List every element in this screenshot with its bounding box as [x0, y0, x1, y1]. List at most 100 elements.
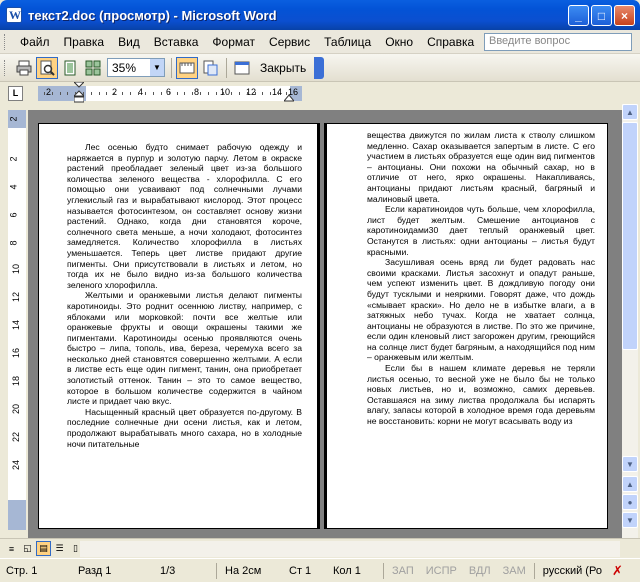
minimize-button[interactable]: _ — [568, 5, 589, 26]
toolbar-grip[interactable] — [4, 59, 7, 76]
ruler-number: 2 — [46, 87, 52, 97]
ruler-tick — [254, 92, 256, 95]
maximize-button[interactable]: □ — [591, 5, 612, 26]
ruler-tick — [200, 92, 201, 95]
shrink-to-fit-icon[interactable] — [199, 57, 221, 79]
menu-edit[interactable]: Правка — [57, 35, 112, 49]
print-preview-toolbar: 35% ▼ Закрыть — [0, 54, 640, 82]
web-view-icon[interactable]: ◱ — [20, 541, 35, 556]
next-page-icon[interactable]: ▼ — [622, 512, 638, 528]
ruler-tick — [184, 92, 186, 95]
ruler-tick — [270, 92, 272, 95]
close-window-button[interactable]: × — [614, 5, 635, 26]
ruler-number: 8 — [194, 87, 200, 97]
ruler-tick — [44, 92, 45, 95]
paragraph: Если бы в нашем климате деревья не терял… — [367, 363, 595, 427]
menu-insert[interactable]: Вставка — [147, 35, 206, 49]
ruler-tick — [262, 92, 264, 95]
multiple-pages-icon[interactable] — [82, 57, 104, 79]
vruler-number: 18 — [11, 375, 22, 387]
ruler-tick — [129, 92, 131, 95]
title-bar: текст2.doc (просмотр) - Microsoft Word _… — [0, 0, 640, 30]
ruler-tick — [90, 92, 92, 95]
ruler-tick — [67, 92, 69, 95]
horizontal-scrollbar[interactable] — [80, 541, 620, 557]
toolbar-separator-2 — [226, 57, 227, 78]
word-app-icon[interactable] — [6, 7, 22, 23]
preview-page-2[interactable]: вещества движутся по жилам листа к ствол… — [324, 123, 608, 529]
ruler-tick — [192, 92, 194, 95]
print-layout-view-icon[interactable]: ▤ — [36, 541, 51, 556]
toolbar-options-icon[interactable] — [314, 56, 325, 79]
ruler-tick — [161, 92, 162, 95]
document-area[interactable]: Лес осенью будто снимает рабочую одежду … — [28, 110, 622, 538]
status-section: Разд 1 — [78, 564, 112, 577]
ruler-tick — [145, 92, 147, 95]
horizontal-ruler[interactable]: 2 2 4 6 8 10 12 14 16 — [38, 82, 302, 103]
menu-bar: Файл Правка Вид Вставка Формат Сервис Та… — [0, 30, 640, 54]
spelling-status-icon[interactable]: ✗ — [612, 563, 623, 579]
vruler-number: 2 — [8, 156, 19, 162]
scroll-up-icon[interactable]: ▲ — [622, 104, 638, 120]
menu-grip[interactable] — [4, 33, 7, 50]
tab-selector[interactable]: L — [8, 86, 23, 101]
normal-view-icon[interactable]: ≡ — [4, 541, 19, 556]
ruler-tick — [106, 92, 108, 95]
magnifier-icon[interactable] — [36, 56, 58, 79]
page-2-text: вещества движутся по жилам листа к ствол… — [367, 130, 595, 427]
menu-file[interactable]: Файл — [13, 35, 57, 49]
horizontal-ruler-row: L 2 2 4 6 8 10 12 14 16 — [0, 82, 640, 104]
paragraph: Насыщенный красный цвет образуется по-др… — [67, 406, 302, 449]
ruler-tick — [207, 92, 209, 95]
status-extend[interactable]: ВДЛ — [463, 565, 497, 577]
vertical-ruler[interactable]: 2 2 4 6 8 10 12 14 16 18 20 22 24 — [8, 110, 26, 530]
ruler-tick — [75, 92, 77, 95]
close-preview-button[interactable]: Закрыть — [256, 61, 310, 75]
ruler-tick — [239, 92, 240, 95]
status-overtype[interactable]: ЗАМ — [497, 565, 532, 577]
ruler-tick — [83, 92, 84, 95]
paragraph: Если каратиноидов чуть больше, чем хлоро… — [367, 204, 595, 257]
page-1-text: Лес осенью будто снимает рабочую одежду … — [67, 142, 302, 449]
outline-view-icon[interactable]: ☰ — [52, 541, 67, 556]
status-language[interactable]: русский (Ро — [537, 565, 608, 577]
previous-page-icon[interactable]: ▲ — [622, 476, 638, 492]
one-page-icon[interactable] — [59, 57, 81, 79]
menu-table[interactable]: Таблица — [317, 35, 378, 49]
help-search-input[interactable]: Введите вопрос — [484, 33, 632, 51]
browse-object-icon[interactable]: ● — [622, 494, 638, 510]
print-icon[interactable] — [13, 57, 35, 79]
menu-tools[interactable]: Сервис — [262, 35, 317, 49]
ruler-tick — [137, 92, 139, 95]
status-position: На 2см — [225, 564, 262, 577]
full-screen-icon[interactable] — [231, 57, 253, 79]
zoom-select[interactable]: 35% ▼ — [107, 58, 165, 77]
status-record[interactable]: ЗАП — [386, 565, 420, 577]
preview-page-1[interactable]: Лес осенью будто снимает рабочую одежду … — [38, 123, 320, 529]
menu-help[interactable]: Справка — [420, 35, 481, 49]
ruler-tick — [114, 92, 116, 95]
vruler-number: 6 — [8, 212, 19, 218]
status-column: Кол 1 — [333, 564, 361, 577]
vruler-number: 14 — [11, 319, 22, 331]
ruler-number: 10 — [220, 87, 231, 97]
menu-view[interactable]: Вид — [111, 35, 147, 49]
ruler-tick — [98, 92, 100, 95]
scrollbar-thumb[interactable] — [622, 122, 638, 350]
ruler-number: 4 — [138, 87, 144, 97]
ruler-tick — [223, 92, 225, 95]
view-ruler-icon[interactable] — [176, 56, 198, 79]
zoom-value: 35% — [112, 60, 137, 75]
scroll-down-icon[interactable]: ▼ — [622, 456, 638, 472]
vruler-number: 22 — [11, 431, 22, 443]
vertical-scrollbar[interactable]: ▲ ▼ ▲ ● ▼ — [622, 104, 638, 538]
status-pages: 1/3 — [160, 564, 176, 577]
menu-format[interactable]: Формат — [205, 35, 262, 49]
chevron-down-icon[interactable]: ▼ — [150, 59, 164, 76]
vruler-number: 2 — [8, 116, 19, 122]
menu-window[interactable]: Окно — [378, 35, 420, 49]
status-track-changes[interactable]: ИСПР — [420, 565, 463, 577]
ruler-number: 14 — [272, 87, 283, 97]
ruler-tick — [278, 92, 279, 95]
vruler-number: 12 — [11, 291, 22, 303]
